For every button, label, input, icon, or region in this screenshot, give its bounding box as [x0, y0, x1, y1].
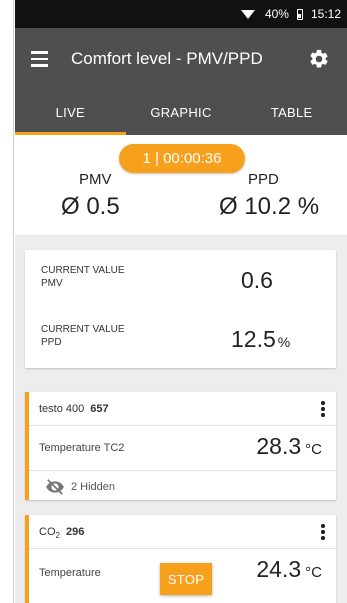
parameter-value: 28.3 °C	[256, 433, 322, 460]
parameter-value: 24.3 °C	[256, 556, 322, 583]
probe-model: testo 400	[39, 403, 85, 415]
kebab-menu-icon[interactable]	[316, 399, 330, 419]
probe-name: CO2 296	[39, 526, 84, 540]
pmv-average-value: Ø 0.5	[61, 193, 120, 220]
sensor-card-header: testo 400 657	[29, 392, 336, 426]
current-value-label-line2: PMV	[41, 278, 63, 289]
tab-graphic[interactable]: GRAPHIC	[126, 90, 237, 135]
status-bar: 40% 15:12	[15, 0, 347, 28]
current-value-label-line1: CURRENT VALUE	[41, 265, 125, 276]
sensor-card-header: CO2 296	[29, 515, 336, 549]
device-frame-edge	[0, 0, 14, 603]
ppd-label: PPD	[248, 171, 279, 188]
battery-icon	[295, 8, 305, 20]
current-value-pmv-label: CURRENT VALUE PMV	[41, 264, 151, 290]
tab-live[interactable]: LIVE	[15, 90, 126, 135]
stop-measurement-button[interactable]: STOP	[160, 563, 212, 595]
parameter-unit: °C	[305, 441, 322, 458]
sensor-reading-row: Temperature TC2 28.3 °C	[29, 426, 336, 471]
app-screen: 40% 15:12 Comfort level - PMV/PPD LIVE G…	[15, 0, 347, 603]
summary-panel: 1 | 00:00:36 PMV Ø 0.5 PPD Ø 10.2 %	[15, 135, 347, 235]
battery-percent: 40%	[264, 7, 289, 21]
sensor-card: testo 400 657 Temperature TC2 28.3 °C 2 Hi…	[25, 392, 336, 500]
parameter-unit: °C	[305, 564, 322, 581]
probe-name: testo 400 657	[39, 403, 109, 415]
sensor-card: CO2 296 Temperature 24.3 °C STOP	[25, 515, 336, 603]
probe-model-subscript: 2	[55, 531, 60, 541]
parameter-label: Temperature	[39, 567, 101, 579]
tab-table[interactable]: TABLE	[236, 90, 347, 135]
current-value-ppd-number: 12.5	[231, 326, 276, 352]
current-value-ppd: 12.5%	[231, 326, 290, 353]
page-title: Comfort level - PMV/PPD	[71, 49, 263, 68]
current-value-ppd-unit: %	[277, 334, 291, 350]
current-value-ppd-label: CURRENT VALUE PPD	[41, 323, 151, 349]
hidden-parameters-toggle[interactable]: 2 Hidden	[45, 479, 115, 495]
probe-id: 296	[65, 526, 85, 538]
parameter-number: 28.3	[256, 433, 302, 459]
kebab-menu-icon[interactable]	[316, 522, 330, 542]
menu-icon[interactable]	[31, 47, 55, 71]
eye-off-icon	[45, 479, 65, 495]
parameter-label: Temperature TC2	[39, 442, 125, 454]
pmv-label: PMV	[79, 171, 112, 188]
gear-icon[interactable]	[305, 45, 333, 73]
app-bar: Comfort level - PMV/PPD	[15, 28, 347, 90]
probe-id: 657	[90, 403, 109, 415]
current-values-card: CURRENT VALUE PMV 0.6 CURRENT VALUE PPD …	[25, 250, 336, 368]
measurement-timer-badge[interactable]: 1 | 00:00:36	[119, 144, 245, 173]
hidden-count-label: 2 Hidden	[71, 481, 116, 493]
parameter-number: 24.3	[256, 556, 302, 582]
current-value-label-line1: CURRENT VALUE	[41, 324, 125, 335]
wifi-icon	[240, 9, 259, 19]
clock: 15:12	[310, 7, 341, 21]
current-value-pmv-number: 0.6	[241, 267, 273, 293]
current-value-label-line2: PPD	[41, 337, 62, 348]
probe-model: CO	[39, 526, 56, 538]
current-value-pmv: 0.6	[241, 267, 273, 294]
tab-bar: LIVE GRAPHIC TABLE	[15, 90, 347, 135]
ppd-average-value: Ø 10.2 %	[219, 193, 320, 220]
